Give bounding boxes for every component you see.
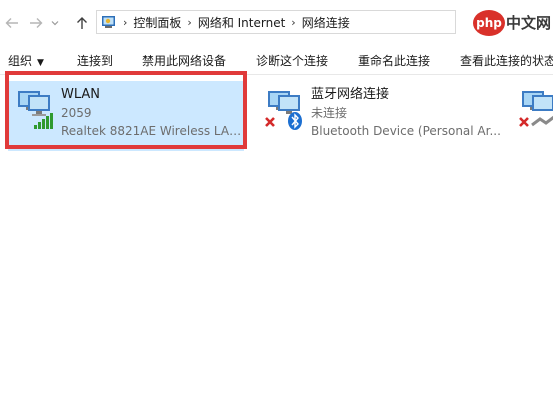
- connection-item-wlan[interactable]: WLAN 2059 Realtek 8821AE Wireless LAN ..…: [8, 81, 244, 151]
- recent-locations-button[interactable]: [48, 12, 62, 34]
- ethernet-network-icon: [519, 91, 553, 127]
- breadcrumb-network-connections[interactable]: 网络连接: [302, 14, 350, 31]
- control-panel-icon: [102, 16, 115, 28]
- bluetooth-network-icon: [265, 91, 302, 130]
- forward-button[interactable]: [26, 12, 46, 34]
- breadcrumb-separator: ›: [123, 15, 128, 29]
- chevron-down-icon: [51, 21, 59, 26]
- connection-device: Realtek 8821AE Wireless LAN ...: [61, 124, 242, 138]
- diagnose-connection-button[interactable]: 诊断这个连接: [256, 52, 328, 69]
- caret-down-icon: ▼: [37, 58, 44, 68]
- rename-connection-button[interactable]: 重命名此连接: [358, 52, 430, 69]
- breadcrumb-separator: ›: [187, 15, 192, 29]
- connection-item-bluetooth[interactable]: 蓝牙网络连接 未连接 Bluetooth Device (Personal Ar…: [258, 81, 508, 151]
- organize-label: 组织: [8, 54, 33, 68]
- command-bar: 组织 ▼ 连接到 禁用此网络设备 诊断这个连接 重命名此连接 查看此连接的状态: [0, 45, 553, 75]
- connection-name: 蓝牙网络连接: [311, 87, 390, 102]
- wifi-network-icon: [18, 91, 53, 129]
- view-status-button[interactable]: 查看此连接的状态: [460, 52, 553, 69]
- arrow-up-icon: [77, 17, 87, 29]
- breadcrumb-separator: ›: [291, 15, 296, 29]
- up-button[interactable]: [72, 12, 92, 34]
- connection-status: 2059: [61, 106, 92, 120]
- connection-device: Bluetooth Device (Personal Ar...: [311, 124, 501, 138]
- connection-details: WLAN 2059 Realtek 8821AE Wireless LAN ..…: [61, 86, 242, 140]
- connection-status: 未连接: [311, 106, 348, 120]
- connection-item-ethernet[interactable]: [512, 81, 553, 151]
- connections-list: WLAN 2059 Realtek 8821AE Wireless LAN ..…: [0, 75, 553, 395]
- breadcrumb-control-panel[interactable]: 控制面板: [133, 14, 181, 31]
- connect-to-button[interactable]: 连接到: [77, 52, 113, 69]
- php-watermark-logo: php 中文网: [473, 10, 551, 36]
- connection-name: WLAN: [61, 87, 101, 102]
- arrow-right-icon: [30, 18, 43, 28]
- organize-menu[interactable]: 组织 ▼: [8, 52, 44, 69]
- disable-device-button[interactable]: 禁用此网络设备: [142, 52, 226, 69]
- arrow-left-icon: [5, 18, 18, 28]
- back-button[interactable]: [2, 12, 22, 34]
- connection-details: 蓝牙网络连接 未连接 Bluetooth Device (Personal Ar…: [311, 86, 506, 140]
- watermark-site-text: 中文网: [506, 14, 551, 32]
- breadcrumb-network-internet[interactable]: 网络和 Internet: [198, 14, 285, 31]
- navigation-bar: › 控制面板 › 网络和 Internet › 网络连接 php 中文网: [0, 0, 553, 45]
- watermark-php-text: php: [476, 16, 502, 30]
- address-bar[interactable]: › 控制面板 › 网络和 Internet › 网络连接: [96, 10, 456, 34]
